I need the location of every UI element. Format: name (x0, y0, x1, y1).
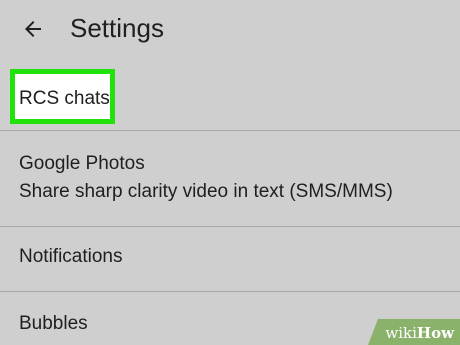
top-app-bar: Settings (0, 0, 460, 60)
settings-item-label: Bubbles (19, 313, 88, 334)
settings-item-label: RCS chats (19, 88, 110, 109)
settings-item-rcs-chats[interactable]: RCS chats (0, 60, 460, 130)
page-title: Settings (70, 13, 164, 43)
watermark-prefix: wiki (385, 324, 417, 342)
watermark-text: wikiHow (385, 324, 454, 342)
settings-item-sublabel: Share sharp clarity video in text (SMS/M… (19, 181, 393, 202)
settings-item-notifications[interactable]: Notifications (0, 227, 460, 291)
back-button[interactable] (16, 12, 50, 46)
watermark-suffix: How (416, 324, 454, 342)
settings-item-label: Google Photos (19, 153, 145, 174)
settings-item-label: Notifications (19, 246, 123, 267)
wikihow-watermark: wikiHow (368, 319, 460, 345)
settings-screen: Settings RCS chats Google Photos Share s… (0, 0, 460, 345)
settings-item-google-photos[interactable]: Google Photos Share sharp clarity video … (0, 131, 460, 226)
arrow-back-icon (25, 21, 41, 37)
